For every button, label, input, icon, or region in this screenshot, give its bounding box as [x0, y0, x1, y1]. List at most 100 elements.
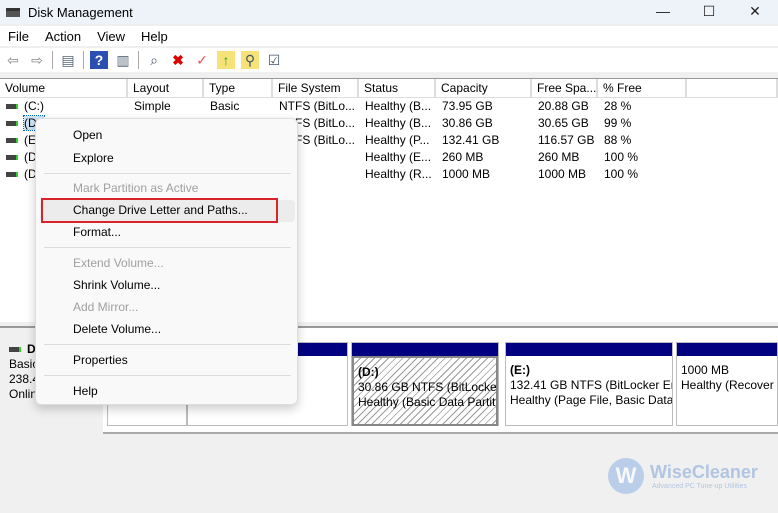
partition-status: Healthy (Recover: [681, 378, 774, 392]
back-icon[interactable]: ⇦: [4, 51, 22, 69]
properties-icon[interactable]: ✓: [193, 51, 211, 69]
table-cell: 116.57 GB: [538, 133, 595, 147]
volume-name: (C:): [24, 99, 44, 113]
menu-separator: [44, 247, 291, 248]
maximize-button[interactable]: ☐: [686, 0, 732, 22]
partition-block[interactable]: 1000 MB Healthy (Recover: [676, 342, 778, 426]
volume-drive-icon: [6, 121, 18, 127]
partition-bar: [677, 343, 777, 356]
table-cell: Simple: [134, 99, 171, 113]
table-cell: (C:): [0, 98, 128, 115]
search-folder-icon[interactable]: ⚲: [241, 51, 259, 69]
volume-drive-icon: [6, 104, 18, 110]
menu-item-add-mirror: Add Mirror...: [73, 300, 139, 314]
table-cell: Healthy (B...: [365, 116, 432, 130]
context-menu: Open Explore Mark Partition as Active Ch…: [35, 118, 298, 405]
menu-help[interactable]: Help: [133, 29, 176, 44]
table-cell: 1000 MB: [538, 167, 587, 181]
partition-body: 1000 MB Healthy (Recover: [677, 356, 777, 426]
partition-bar: [352, 343, 498, 356]
column-free-space[interactable]: Free Spa...: [532, 79, 598, 97]
partition-size: 1000 MB: [681, 363, 730, 377]
volume-drive-icon: [6, 172, 18, 178]
minimize-button[interactable]: —: [640, 0, 686, 22]
table-cell: 20.88 GB: [538, 99, 589, 113]
volume-drive-icon: [6, 138, 18, 144]
table-cell: 30.65 GB: [538, 116, 589, 130]
table-cell: Basic: [210, 99, 240, 113]
forward-icon[interactable]: ⇨: [28, 51, 46, 69]
disk-management-icon: [6, 7, 20, 17]
menu-item-shrink[interactable]: Shrink Volume...: [73, 278, 160, 292]
column-volume[interactable]: Volume: [0, 79, 128, 97]
column-percent-free[interactable]: % Free: [598, 79, 687, 97]
menu-item-open[interactable]: Open: [73, 128, 102, 142]
up-folder-icon[interactable]: ↑: [217, 51, 235, 69]
partition-status: Healthy (Page File, Basic Data: [510, 393, 672, 407]
partition-size: 132.41 GB NTFS (BitLocker Enc: [510, 378, 672, 392]
wisecleaner-logo: W: [608, 458, 644, 494]
close-button[interactable]: ✕: [732, 0, 778, 22]
connect-drive-icon[interactable]: ⌕: [145, 51, 163, 69]
toolbar-separator: [83, 51, 84, 69]
menu-bar: File Action View Help: [0, 26, 778, 46]
partition-block[interactable]: (D:) 30.86 GB NTFS (BitLocker I Healthy (B…: [351, 342, 499, 426]
table-cell: 100 %: [604, 150, 639, 164]
table-cell: 28 %: [604, 99, 632, 113]
title-bar: Disk Management — ☐ ✕: [0, 0, 778, 24]
menu-separator: [44, 375, 291, 376]
table-row[interactable]: (C:) Simple Basic NTFS (BitLo... Healthy (B.…: [0, 98, 778, 115]
column-blank: [687, 79, 778, 97]
column-layout[interactable]: Layout: [128, 79, 204, 97]
partition-status: Healthy (Basic Data Partiti: [358, 395, 498, 409]
wisecleaner-watermark: W WiseCleaner Advanced PC Tune-up Utilit…: [608, 458, 758, 494]
watermark-tagline: Advanced PC Tune-up Utilities: [652, 483, 747, 490]
list-header: Volume Layout Type File System Status Ca…: [0, 79, 778, 98]
window-title: Disk Management: [28, 4, 133, 20]
watermark-brand: WiseCleaner: [650, 462, 758, 482]
toolbar: ⇦ ⇨ ▤ ? ▥ ⌕ ✖ ✓ ↑ ⚲ ☑: [0, 48, 778, 72]
partition-name: (E:): [510, 363, 530, 377]
partition-bar: [506, 343, 672, 356]
menu-action[interactable]: Action: [37, 29, 89, 44]
menu-item-format[interactable]: Format...: [73, 225, 121, 239]
table-cell: Healthy (P...: [365, 133, 430, 147]
partition-name: (D:): [358, 365, 379, 379]
table-cell: 30.86 GB: [442, 116, 493, 130]
disk-icon: [9, 347, 21, 353]
partition-size: 30.86 GB NTFS (BitLocker I: [358, 380, 498, 394]
help-icon[interactable]: ?: [90, 51, 108, 69]
menu-file[interactable]: File: [0, 29, 37, 44]
menu-item-help[interactable]: Help: [73, 384, 98, 398]
console-tree-icon[interactable]: ▤: [59, 51, 77, 69]
menu-separator: [44, 173, 291, 174]
checklist-icon[interactable]: ☑: [265, 51, 283, 69]
menu-item-explore[interactable]: Explore: [73, 151, 114, 165]
column-file-system[interactable]: File System: [273, 79, 359, 97]
partition-block[interactable]: (E:) 132.41 GB NTFS (BitLocker Enc Healthy…: [505, 342, 673, 426]
column-type[interactable]: Type: [204, 79, 273, 97]
menu-item-properties[interactable]: Properties: [73, 353, 128, 367]
table-cell: 260 MB: [538, 150, 580, 164]
menu-view[interactable]: View: [89, 29, 133, 44]
table-cell: 100 %: [604, 167, 639, 181]
table-cell: 260 MB: [442, 150, 484, 164]
toolbar-separator: [138, 51, 139, 69]
table-cell: Healthy (R...: [365, 167, 432, 181]
table-cell: 132.41 GB: [442, 133, 500, 147]
action-pane-icon[interactable]: ▥: [114, 51, 132, 69]
table-cell: Healthy (E...: [365, 150, 432, 164]
table-cell: 88 %: [604, 133, 632, 147]
menu-item-extend: Extend Volume...: [73, 256, 164, 270]
delete-icon[interactable]: ✖: [169, 51, 187, 69]
table-cell: Healthy (B...: [365, 99, 432, 113]
toolbar-separator: [52, 51, 53, 69]
menu-item-delete[interactable]: Delete Volume...: [73, 322, 161, 336]
table-cell: 73.95 GB: [442, 99, 493, 113]
column-capacity[interactable]: Capacity: [436, 79, 532, 97]
column-status[interactable]: Status: [359, 79, 436, 97]
table-cell: NTFS (BitLo...: [279, 99, 356, 113]
partition-body: (D:) 30.86 GB NTFS (BitLocker I Healthy (B…: [352, 356, 498, 426]
volume-drive-icon: [6, 155, 18, 161]
menu-separator: [44, 344, 291, 345]
